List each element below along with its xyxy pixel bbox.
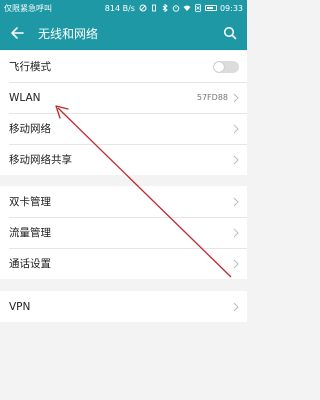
page-title: 无线和网络 <box>38 26 99 41</box>
data-usage-label: 流量管理 <box>9 227 51 239</box>
carrier-status: 仅限紧急呼叫 <box>4 3 52 13</box>
tethering-row[interactable]: 移动网络共享 <box>0 144 247 175</box>
vpn-label: VPN <box>9 300 31 313</box>
settings-group-sim: 双卡管理 流量管理 通话设置 <box>0 186 247 279</box>
alarm-icon <box>172 5 180 12</box>
chevron-right-icon <box>233 93 239 102</box>
mobile-network-label: 移动网络 <box>9 123 51 135</box>
vpn-row[interactable]: VPN <box>0 291 247 322</box>
chevron-right-icon <box>233 302 239 311</box>
airplane-mode-toggle[interactable] <box>213 60 239 73</box>
mobile-network-row[interactable]: 移动网络 <box>0 113 247 144</box>
arrow-left-icon <box>11 27 24 39</box>
search-button[interactable] <box>213 16 247 50</box>
wlan-label: WLAN <box>9 91 41 104</box>
call-settings-row[interactable]: 通话设置 <box>0 248 247 279</box>
network-speed: 814 B/s <box>104 3 135 13</box>
back-button[interactable] <box>0 16 34 50</box>
chevron-right-icon <box>233 197 239 206</box>
toggle-knob <box>214 61 224 72</box>
app-bar: 无线和网络 <box>0 16 247 50</box>
wlan-network-name: 57FD88 <box>196 93 228 102</box>
data-saver-icon <box>139 4 147 12</box>
airplane-mode-label: 飞行模式 <box>9 61 51 73</box>
no-sim-icon <box>195 4 201 12</box>
dual-sim-row[interactable]: 双卡管理 <box>0 186 247 217</box>
status-bar: 仅限紧急呼叫 814 B/s 09:33 <box>0 0 247 16</box>
bluetooth-icon <box>162 4 168 12</box>
battery-icon <box>204 5 217 11</box>
dual-sim-label: 双卡管理 <box>9 196 51 208</box>
chevron-right-icon <box>233 124 239 133</box>
call-settings-label: 通话设置 <box>9 258 51 270</box>
chevron-right-icon <box>233 155 239 164</box>
search-icon <box>223 26 237 40</box>
settings-group-network: 飞行模式 WLAN 57FD88 移动网络 移动网络共享 <box>0 51 247 175</box>
chevron-right-icon <box>233 259 239 268</box>
vibrate-icon <box>151 4 156 12</box>
chevron-right-icon <box>233 228 239 237</box>
wlan-row[interactable]: WLAN 57FD88 <box>0 82 247 113</box>
clock: 09:33 <box>219 3 243 13</box>
data-usage-row[interactable]: 流量管理 <box>0 217 247 248</box>
airplane-mode-row[interactable]: 飞行模式 <box>0 51 247 82</box>
wifi-icon <box>183 5 191 11</box>
tethering-label: 移动网络共享 <box>9 154 72 166</box>
settings-group-vpn: VPN <box>0 291 247 322</box>
